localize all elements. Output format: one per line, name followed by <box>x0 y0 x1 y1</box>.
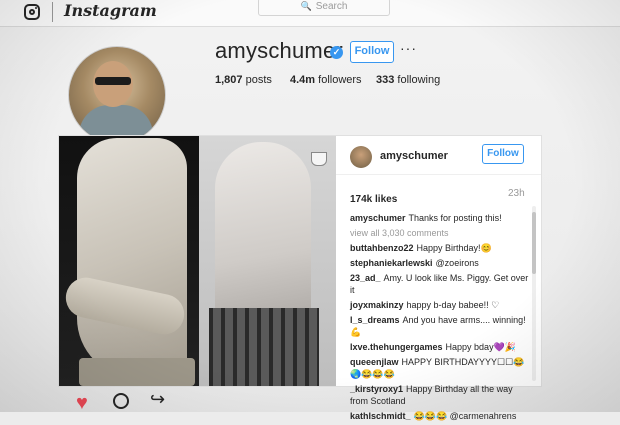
search-placeholder: Search <box>315 1 348 12</box>
post-photo-portrait[interactable] <box>199 136 336 386</box>
comment-text: Happy bday💜🎉 <box>445 342 516 352</box>
statue-torso-shape <box>77 138 187 378</box>
likes-count[interactable]: 174k likes <box>350 194 397 205</box>
post-photo-statue[interactable] <box>59 136 199 386</box>
comments-list: amyschumer Thanks for posting this! view … <box>350 212 530 425</box>
comment-item: stephaniekarlewski @zoeirons <box>350 257 530 269</box>
post-header: amyschumer Follow <box>336 136 541 175</box>
comment-user[interactable]: kathlschmidt_ <box>350 411 411 421</box>
followers-stat[interactable]: 4.4m followers <box>290 74 362 86</box>
comment-user[interactable]: _kirstyroxy1 <box>350 384 403 394</box>
following-stat[interactable]: 333 following <box>376 74 440 86</box>
comment-user[interactable]: lxve.thehungergames <box>350 342 443 352</box>
comment-user[interactable]: queeenjlaw <box>350 357 399 367</box>
comment-item: queeenjlaw HAPPY BIRTHDAYYYY☐☐😂🌏😂😂😂 <box>350 356 530 380</box>
comment-item: lxve.thehungergames Happy bday💜🎉 <box>350 341 530 353</box>
magnifier-icon: 🔍 <box>300 1 312 11</box>
avatar-sunglasses-shape <box>95 77 131 85</box>
comment-user[interactable]: joyxmakinzy <box>350 300 404 310</box>
profile-username: amyschumer <box>215 38 343 63</box>
comment-item: amyschumer Thanks for posting this! <box>350 212 530 224</box>
followers-label: followers <box>318 74 362 86</box>
portrait-figure-shape <box>215 142 311 332</box>
share-icon[interactable]: ↪ <box>150 390 165 408</box>
instagram-profile-page: Instagram 🔍 Search amyschumer ✓ Follow ··… <box>0 0 620 421</box>
following-count: 333 <box>376 74 395 86</box>
comment-user[interactable]: buttahbenzo22 <box>350 243 414 253</box>
post-side-panel: amyschumer Follow 174k likes 23h amyschu… <box>336 136 541 421</box>
comment-text: Happy Birthday!😊 <box>416 243 492 253</box>
follow-button[interactable]: Follow <box>350 41 394 63</box>
comment-text: @zoeirons <box>435 258 479 268</box>
verified-badge-icon: ✓ <box>330 46 343 59</box>
search-input[interactable]: 🔍 Search <box>258 0 390 16</box>
comment-user[interactable]: stephaniekarlewski <box>350 258 433 268</box>
statue-base-shape <box>79 358 195 386</box>
top-navigation-bar: Instagram 🔍 Search <box>0 0 620 27</box>
teacup-shape <box>311 152 327 166</box>
comment-item: joyxmakinzy happy b-day babee!! ♡ <box>350 299 530 311</box>
comment-user[interactable]: amyschumer <box>350 213 406 223</box>
followers-count: 4.4m <box>290 74 316 86</box>
post-follow-button[interactable]: Follow <box>482 144 524 164</box>
comment-text: 😂😂😂 @carmenahrens <box>413 411 517 421</box>
comment-text: happy b-day babee!! ♡ <box>406 300 500 310</box>
instagram-wordmark[interactable]: Instagram <box>64 1 157 20</box>
posts-stat: 1,807 posts <box>215 74 272 86</box>
posts-label: posts <box>245 74 272 86</box>
comment-item: buttahbenzo22 Happy Birthday!😊 <box>350 242 530 254</box>
comments-scrollbar-thumb[interactable] <box>532 212 536 274</box>
post-time: 23h <box>508 188 525 199</box>
comment-user[interactable]: 23_ad_ <box>350 273 381 283</box>
comment-item: l_s_dreams And you have arms.... winning!… <box>350 314 530 338</box>
post-modal: amyschumer Follow 174k likes 23h amyschu… <box>58 135 542 421</box>
heart-icon[interactable]: ♥ <box>76 393 96 413</box>
posts-count: 1,807 <box>215 74 243 86</box>
comment-icon[interactable] <box>113 393 129 409</box>
instagram-glyph-icon[interactable] <box>24 4 40 20</box>
comment-item: 23_ad_ Amy. U look like Ms. Piggy. Get ov… <box>350 272 530 296</box>
comment-text: Thanks for posting this! <box>408 213 502 223</box>
post-author-avatar[interactable] <box>350 146 372 168</box>
view-all-comments-link[interactable]: view all 3,030 comments <box>350 227 530 239</box>
comment-item: _kirstyroxy1 Happy Birthday all the way f… <box>350 383 530 407</box>
following-label: following <box>397 74 441 86</box>
nav-divider <box>52 2 53 22</box>
comment-user[interactable]: l_s_dreams <box>350 315 400 325</box>
post-author-username[interactable]: amyschumer <box>380 150 448 162</box>
chair-shape <box>209 308 319 386</box>
profile-avatar[interactable] <box>68 46 166 144</box>
more-options-icon[interactable]: ··· <box>400 40 417 56</box>
